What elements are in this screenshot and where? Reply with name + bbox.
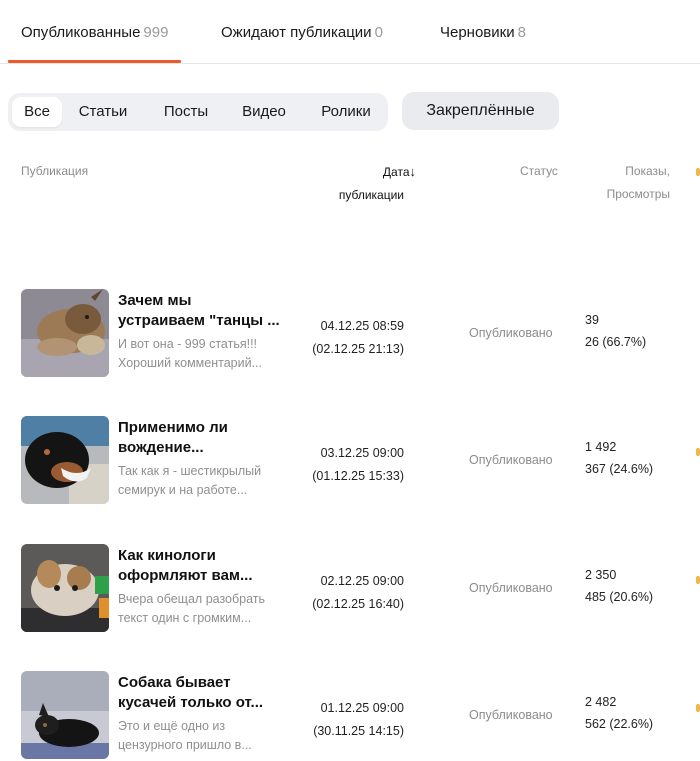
publication-snippet: Это и ещё одно из цензурного пришло в...: [118, 719, 252, 752]
next-column-marker: [696, 168, 700, 176]
publication-date: 02.12.25 09:00 (02.12.25 16:40): [312, 574, 404, 611]
status-label: Опубликовано: [469, 708, 553, 722]
publication-snippet: И вот она - 999 статья!!! Хороший коммен…: [118, 337, 262, 370]
views-stats: 39 26 (66.7%): [585, 313, 647, 349]
column-views-label: Показы,: [625, 164, 670, 178]
publication-snippet: Так как я - шестикрылый семирук и на раб…: [118, 464, 262, 497]
publication-date: 01.12.25 09:00 (30.11.25 14:15): [313, 701, 404, 738]
status-label: Опубликовано: [469, 453, 553, 467]
filter-all[interactable]: Все: [12, 97, 62, 127]
table-row[interactable]: Применимо ли вождение... Так как я - шес…: [0, 416, 700, 506]
tab-label: Ожидают публикации: [221, 24, 372, 41]
tab-count: 999: [143, 24, 169, 41]
filter-video[interactable]: Видео: [230, 97, 298, 127]
publication-title[interactable]: Применимо ли вождение...: [118, 418, 288, 458]
next-column-marker: [696, 704, 700, 712]
tab-label: Черновики: [440, 24, 515, 41]
thumbnail-image: [21, 289, 109, 377]
tab-pending[interactable]: Ожидают публикации 0: [221, 24, 383, 41]
filter-shorts[interactable]: Ролики: [308, 97, 384, 127]
publication-title[interactable]: Как кинологи оформляют вам...: [118, 546, 288, 586]
status-label: Опубликовано: [469, 326, 553, 340]
content-type-filter: Все Статьи Посты Видео Ролики: [8, 93, 388, 131]
tab-count: 0: [374, 24, 383, 41]
next-column-marker: [696, 448, 700, 456]
status-label: Опубликовано: [469, 581, 553, 595]
publication-date: 03.12.25 09:00 (01.12.25 15:33): [312, 446, 404, 483]
next-column-marker: [696, 576, 700, 584]
column-date-sort[interactable]: Дата↓ публикации: [300, 160, 416, 207]
thumbnail-image: [21, 671, 109, 759]
tab-drafts[interactable]: Черновики 8: [440, 24, 526, 41]
column-status: Статус: [520, 164, 558, 178]
table-row[interactable]: Зачем мы устраиваем "танцы ... И вот она…: [0, 289, 700, 379]
views-stats: 2 482 562 (22.6%): [585, 695, 654, 731]
column-publication: Публикация: [21, 164, 89, 178]
tab-published[interactable]: Опубликованные 999: [7, 24, 182, 63]
column-views-label-2: Просмотры: [606, 187, 670, 201]
views-stats: 1 492 367 (24.6%): [585, 440, 654, 476]
table-row[interactable]: Как кинологи оформляют вам... Вчера обещ…: [0, 544, 700, 634]
tab-count: 8: [517, 24, 526, 41]
publication-date: 04.12.25 08:59 (02.12.25 21:13): [312, 319, 404, 356]
column-views: Показы, Просмотры: [586, 160, 670, 206]
filter-articles[interactable]: Статьи: [70, 97, 136, 127]
publication-snippet: Вчера обещал разобрать текст один с гром…: [118, 592, 266, 625]
thumbnail-image: [21, 416, 109, 504]
tab-label: Опубликованные: [21, 24, 141, 41]
publication-title[interactable]: Собака бывает кусачей только от...: [118, 673, 288, 713]
table-row[interactable]: Собака бывает кусачей только от... Это и…: [0, 671, 700, 761]
pinned-button[interactable]: Закреплённые: [402, 92, 559, 130]
views-stats: 2 350 485 (20.6%): [585, 568, 654, 604]
publication-title[interactable]: Зачем мы устраиваем "танцы ...: [118, 291, 288, 331]
filter-posts[interactable]: Посты: [150, 97, 222, 127]
publication-tabs: Опубликованные 999 Ожидают публикации 0 Че…: [0, 0, 700, 64]
column-date-label: Дата: [382, 165, 410, 179]
thumbnail-image: [21, 544, 109, 632]
column-date-label-2: публикации: [338, 188, 404, 202]
sort-down-arrow-icon: ↓: [409, 164, 417, 179]
